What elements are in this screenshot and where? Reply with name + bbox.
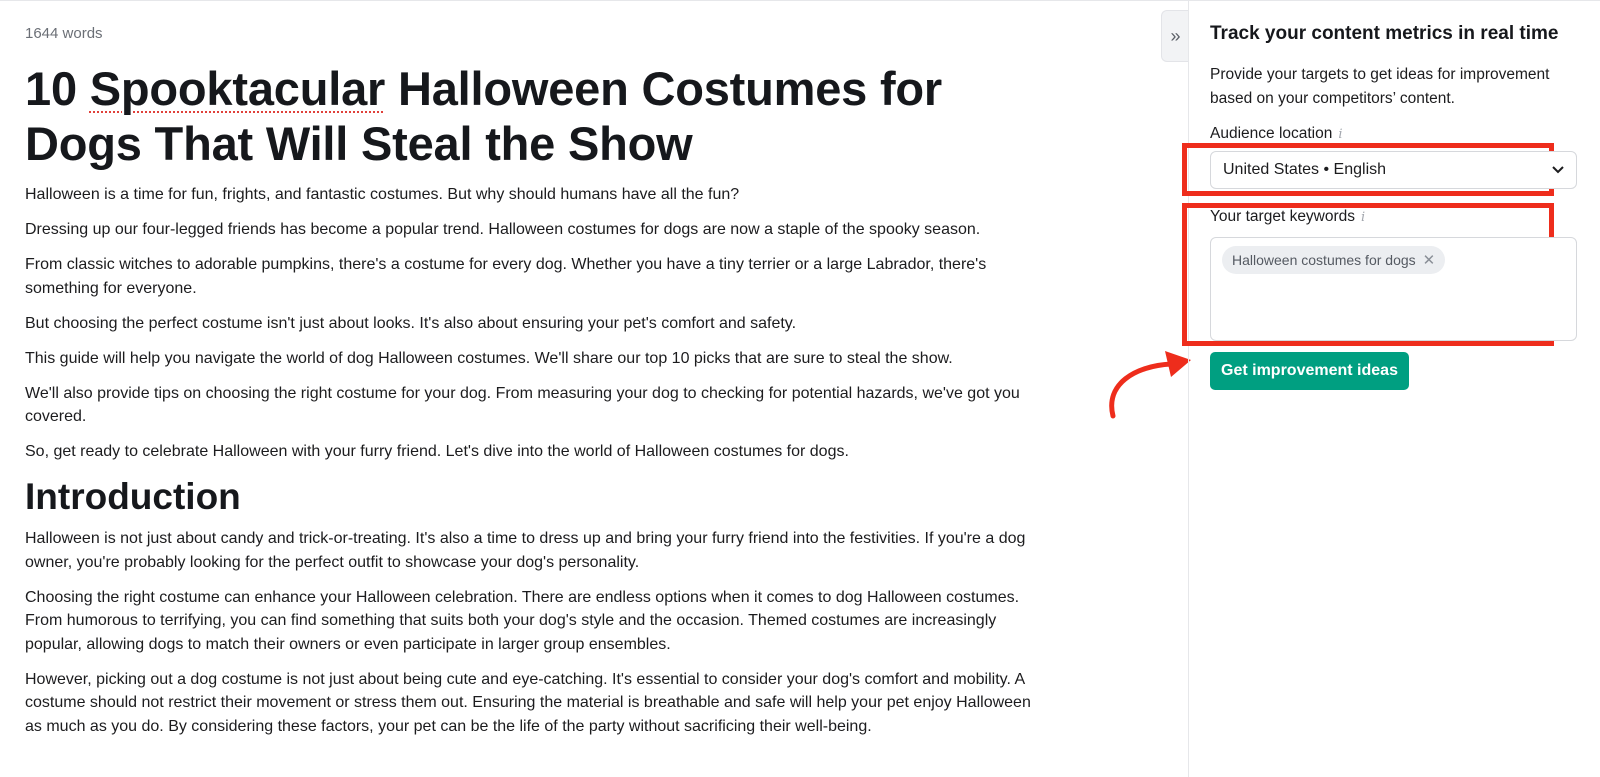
keyword-chip-label: Halloween costumes for dogs [1232,252,1416,268]
paragraph: Choosing the right costume can enhance y… [25,588,1020,653]
panel-description: Provide your targets to get ideas for im… [1210,66,1550,107]
paragraph: This guide will help you navigate the wo… [25,349,953,367]
paragraph: Dressing up our four-legged friends has … [25,221,981,238]
double-chevron-right-icon: » [1170,25,1181,46]
audience-location-label: Audience location i [1210,125,1343,143]
paragraph: From classic witches to adorable pumpkin… [25,256,987,297]
target-keywords-label: Your target keywords i [1210,208,1365,226]
target-keywords-text: Your target keywords [1210,208,1356,225]
info-icon[interactable]: i [1361,210,1365,225]
keyword-chip[interactable]: Halloween costumes for dogs ✕ [1222,246,1446,274]
section-heading: Introduction [25,476,241,517]
chevron-down-icon [1552,166,1564,174]
paragraph: Halloween is not just about candy and tr… [25,530,1026,571]
document-title[interactable]: 10 Spooktacular Halloween Costumes for D… [25,61,1035,171]
info-icon[interactable]: i [1338,127,1342,142]
remove-keyword-icon[interactable]: ✕ [1423,251,1436,269]
document-content[interactable]: 10 Spooktacular Halloween Costumes for D… [25,61,1035,750]
paragraph: However, picking out a dog costume is no… [25,670,1031,735]
audience-location-text: Audience location [1210,125,1333,142]
paragraph: Halloween is a time for fun, frights, an… [25,186,740,203]
paragraph: We'll also provide tips on choosing the … [25,384,1020,426]
paragraph: But choosing the perfect costume isn't j… [25,314,797,332]
get-improvement-ideas-button[interactable]: Get improvement ideas [1210,352,1409,390]
target-keywords-input[interactable]: Halloween costumes for dogs ✕ [1210,237,1577,341]
collapse-panel-button[interactable]: » [1161,10,1189,62]
editor-area: 1644 words 10 Spooktacular Halloween Cos… [0,0,1188,777]
paragraph: So, get ready to celebrate Halloween wit… [25,443,849,460]
title-prefix: 10 [25,62,90,115]
panel-title: Track your content metrics in real time [1210,23,1559,44]
audience-location-select[interactable]: United States • English [1210,151,1577,189]
audience-location-value: United States • English [1223,161,1387,178]
spellcheck-flagged-word[interactable]: Spooktacular [90,62,386,115]
word-count: 1644 words [25,25,103,42]
content-metrics-panel: Track your content metrics in real time … [1182,0,1600,777]
